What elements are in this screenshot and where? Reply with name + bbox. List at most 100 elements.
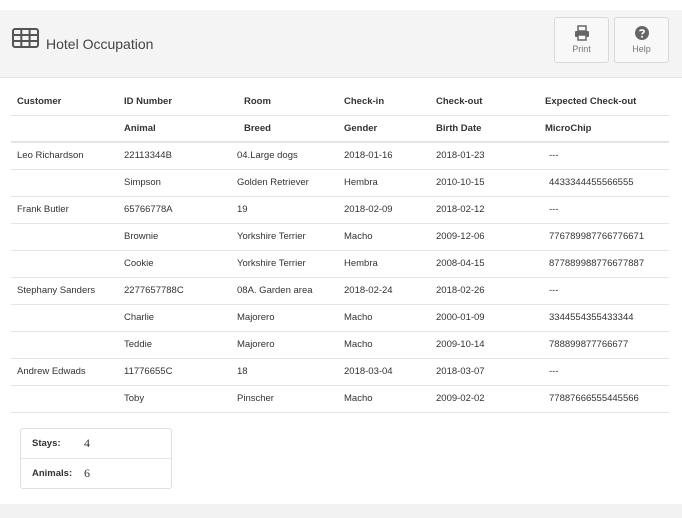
column-header-gender[interactable]: Gender	[335, 114, 430, 143]
column-header-expected-check-out[interactable]: Expected Check-out	[536, 88, 669, 115]
cell-id-or-animal[interactable]: Teddie	[118, 331, 231, 359]
animal-row[interactable]: Toby Pinscher Macho 2009-02-02 7788766655544…	[11, 385, 669, 413]
cell-checkin-or-gender: 2018-03-04	[335, 358, 430, 386]
print-button[interactable]: Print	[554, 17, 609, 63]
animals-value: 6	[84, 466, 90, 480]
cell-customer	[11, 385, 118, 413]
cell-id-or-animal[interactable]: Toby	[118, 385, 231, 413]
printer-icon	[574, 25, 589, 41]
column-header-check-in[interactable]: Check-in	[335, 88, 430, 115]
cell-id-or-animal[interactable]: Charlie	[118, 304, 231, 332]
page-header: Hotel Occupation Print Help	[0, 10, 682, 78]
cell-checkout-or-birthdate: 2008-04-15	[430, 250, 536, 278]
stays-value: 4	[84, 436, 90, 450]
cell-expected-or-microchip: 776789987766776671	[536, 223, 669, 251]
cell-checkin-or-gender: Hembra	[335, 250, 430, 278]
cell-customer	[11, 169, 118, 197]
cell-checkin-or-gender: Macho	[335, 223, 430, 251]
cell-checkout-or-birthdate: 2018-02-12	[430, 196, 536, 224]
cell-room-or-breed: 08A. Garden area	[231, 277, 335, 305]
cell-id-or-animal: 11776655C	[118, 358, 231, 386]
animal-row[interactable]: Brownie Yorkshire Terrier Macho 2009-12-06 7…	[11, 223, 669, 251]
table-header-row: Customer ID Number Room Check-in Check-o…	[11, 88, 669, 115]
cell-id-or-animal[interactable]: Brownie	[118, 223, 231, 251]
cell-expected-or-microchip: 3344554355433344	[536, 304, 669, 332]
cell-checkin-or-gender: 2018-02-09	[335, 196, 430, 224]
cell-customer[interactable]: Andrew Edwads	[11, 358, 118, 386]
cell-checkout-or-birthdate: 2018-02-26	[430, 277, 536, 305]
cell-room-or-breed: Yorkshire Terrier	[231, 250, 335, 278]
cell-customer	[11, 223, 118, 251]
cell-id-or-animal: 65766778A	[118, 196, 231, 224]
animal-row[interactable]: Cookie Yorkshire Terrier Hembra 2008-04-15 8…	[11, 250, 669, 278]
column-header-check-out[interactable]: Check-out	[430, 88, 536, 115]
cell-expected-or-microchip: ---	[536, 142, 669, 170]
cell-room-or-breed: Majorero	[231, 304, 335, 332]
cell-checkout-or-birthdate: 2009-02-02	[430, 385, 536, 413]
cell-id-or-animal[interactable]: Simpson	[118, 169, 231, 197]
summary-box: Stays: 4 Animals: 6	[20, 428, 172, 489]
cell-id-or-animal: 22113344B	[118, 142, 231, 170]
cell-room-or-breed: Yorkshire Terrier	[231, 223, 335, 251]
cell-customer	[11, 250, 118, 278]
cell-room-or-breed: Golden Retriever	[231, 169, 335, 197]
help-button[interactable]: Help	[614, 17, 669, 63]
cell-expected-or-microchip: 788899877766677	[536, 331, 669, 359]
customer-row[interactable]: Stephany Sanders 2277657788C 08A. Garden a…	[11, 277, 669, 305]
occupation-table: Customer ID Number Room Check-in Check-o…	[11, 88, 669, 413]
cell-room-or-breed: Majorero	[231, 331, 335, 359]
customer-row[interactable]: Frank Butler 65766778A 19 2018-02-09 2018-02…	[11, 196, 669, 224]
cell-checkin-or-gender: Hembra	[335, 169, 430, 197]
app-frame: Hotel Occupation Print Help Customer ID …	[0, 10, 682, 504]
table-grid-icon	[12, 28, 39, 48]
cell-expected-or-microchip: ---	[536, 196, 669, 224]
cell-id-or-animal[interactable]: Cookie	[118, 250, 231, 278]
subheader-empty	[11, 114, 118, 143]
column-header-birth-date[interactable]: Birth Date	[430, 114, 536, 143]
table-subheader-row: Animal Breed Gender Birth Date MicroChip	[11, 114, 669, 143]
cell-checkout-or-birthdate: 2009-12-06	[430, 223, 536, 251]
page-title: Hotel Occupation	[46, 36, 154, 52]
table-body: Leo Richardson 22113344B 04.Large dogs 2018…	[11, 142, 669, 413]
column-header-breed[interactable]: Breed	[231, 114, 335, 143]
cell-expected-or-microchip: 77887666555445566	[536, 385, 669, 413]
column-header-animal[interactable]: Animal	[118, 114, 231, 143]
cell-id-or-animal: 2277657788C	[118, 277, 231, 305]
cell-customer[interactable]: Leo Richardson	[11, 142, 118, 170]
cell-customer	[11, 304, 118, 332]
column-header-microchip[interactable]: MicroChip	[536, 114, 669, 143]
column-header-customer[interactable]: Customer	[11, 88, 118, 115]
cell-checkout-or-birthdate: 2010-10-15	[430, 169, 536, 197]
customer-row[interactable]: Andrew Edwads 11776655C 18 2018-03-04 2018-0…	[11, 358, 669, 386]
column-header-room[interactable]: Room	[231, 88, 335, 115]
cell-customer[interactable]: Stephany Sanders	[11, 277, 118, 305]
cell-expected-or-microchip: 4433344455566555	[536, 169, 669, 197]
cell-checkin-or-gender: Macho	[335, 331, 430, 359]
animal-row[interactable]: Charlie Majorero Macho 2000-01-09 3344554355…	[11, 304, 669, 332]
cell-checkin-or-gender: Macho	[335, 304, 430, 332]
cell-room-or-breed: 18	[231, 358, 335, 386]
cell-room-or-breed: Pinscher	[231, 385, 335, 413]
cell-room-or-breed: 19	[231, 196, 335, 224]
animals-label: Animals:	[32, 468, 73, 479]
summary-stays-row: Stays: 4	[21, 429, 171, 459]
cell-customer	[11, 331, 118, 359]
cell-expected-or-microchip: ---	[536, 358, 669, 386]
cell-customer[interactable]: Frank Butler	[11, 196, 118, 224]
cell-checkout-or-birthdate: 2018-03-07	[430, 358, 536, 386]
question-circle-icon	[634, 26, 649, 40]
cell-checkin-or-gender: Macho	[335, 385, 430, 413]
cell-checkout-or-birthdate: 2000-01-09	[430, 304, 536, 332]
cell-expected-or-microchip: 877889988776677887	[536, 250, 669, 278]
cell-checkout-or-birthdate: 2018-01-23	[430, 142, 536, 170]
help-button-label: Help	[632, 44, 651, 54]
cell-checkin-or-gender: 2018-02-24	[335, 277, 430, 305]
animal-row[interactable]: Simpson Golden Retriever Hembra 2010-10-15 4…	[11, 169, 669, 197]
cell-expected-or-microchip: ---	[536, 277, 669, 305]
print-button-label: Print	[572, 44, 591, 54]
column-header-id-number[interactable]: ID Number	[118, 88, 231, 115]
stays-label: Stays:	[32, 438, 61, 449]
customer-row[interactable]: Leo Richardson 22113344B 04.Large dogs 2018…	[11, 142, 669, 170]
animal-row[interactable]: Teddie Majorero Macho 2009-10-14 78889987776…	[11, 331, 669, 359]
cell-checkin-or-gender: 2018-01-16	[335, 142, 430, 170]
